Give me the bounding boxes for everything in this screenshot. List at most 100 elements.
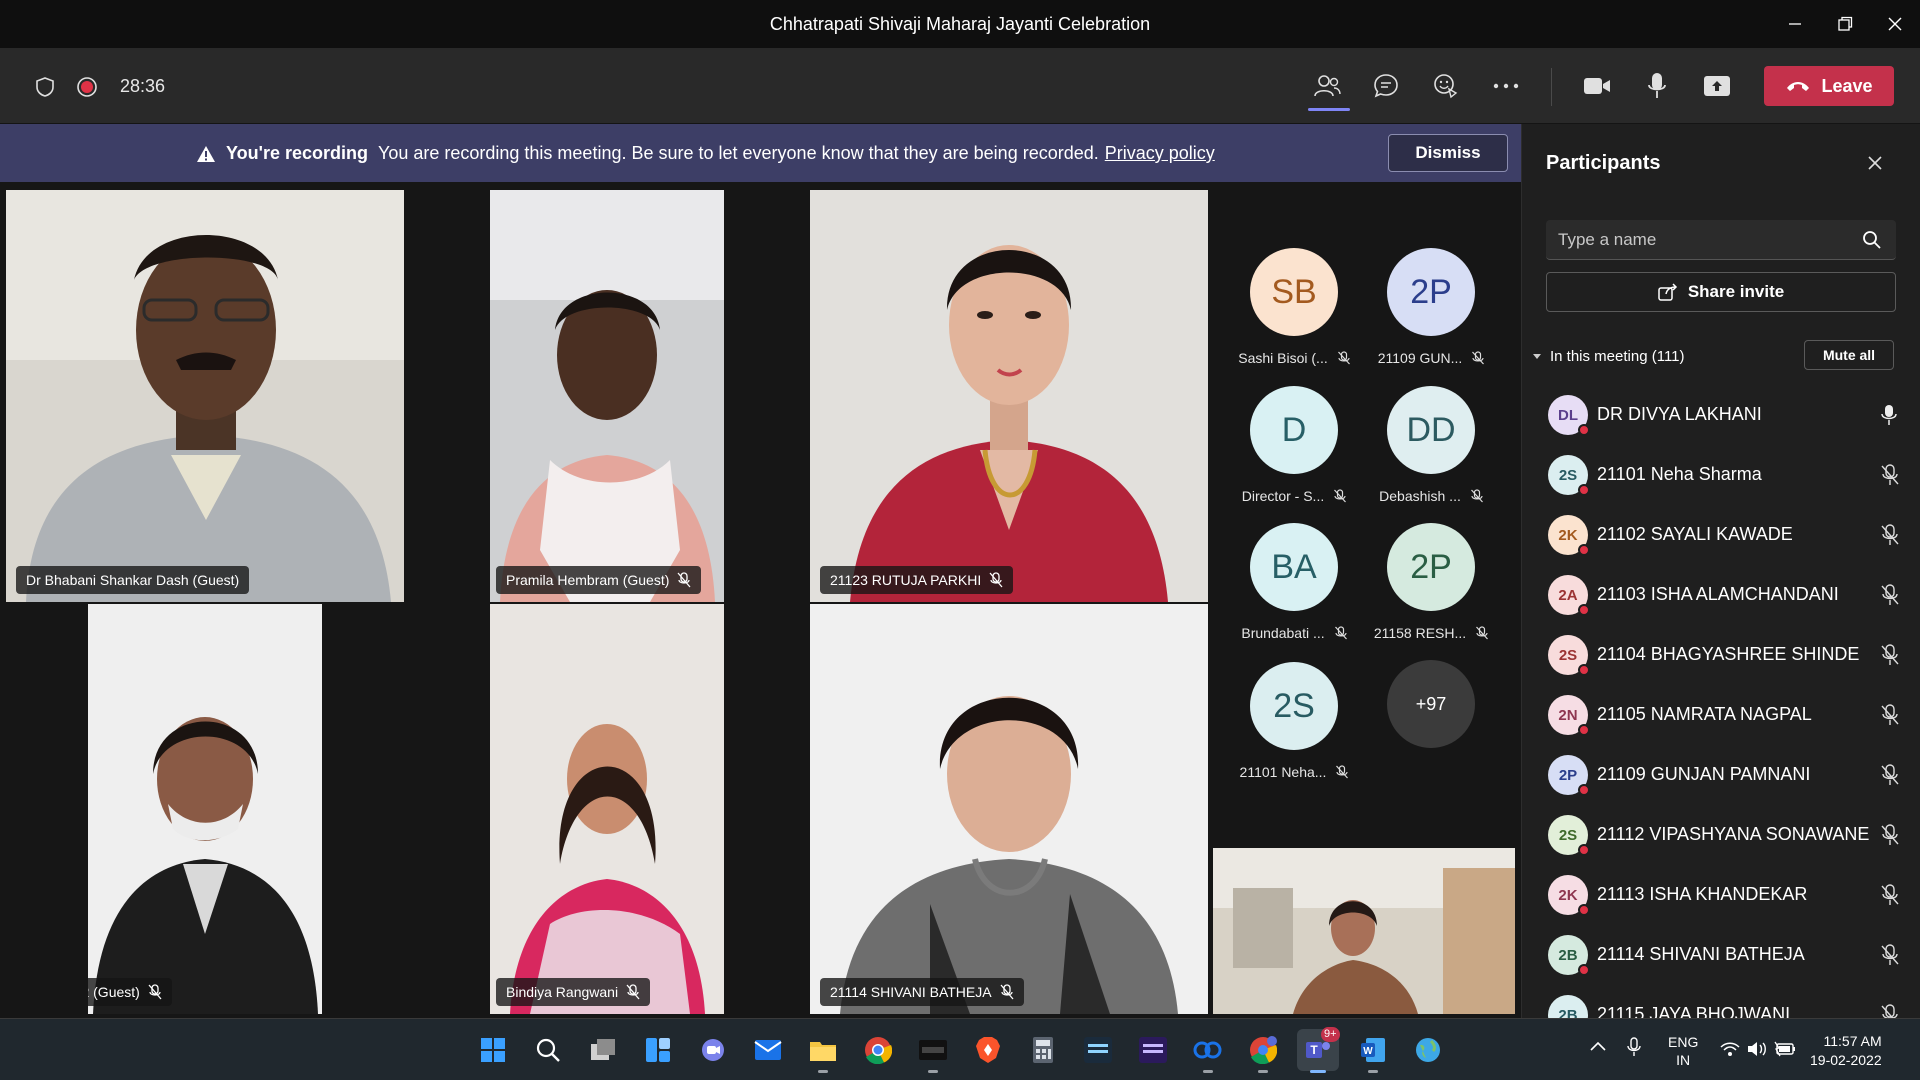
chrome-profile-icon[interactable]	[1242, 1029, 1284, 1073]
msedu-icon[interactable]	[912, 1029, 954, 1073]
chrome-icon[interactable]	[857, 1029, 899, 1071]
avatar-name-text: Debashish ...	[1379, 488, 1461, 504]
video-tile[interactable]: rosysoren2 (Guest)	[88, 604, 322, 1014]
file-explorer-icon[interactable]	[802, 1029, 844, 1073]
share-invite-label: Share invite	[1687, 282, 1785, 301]
close-window-button[interactable]	[1872, 8, 1918, 40]
chat-icon[interactable]	[1364, 66, 1408, 106]
language-indicator[interactable]: ENG IN	[1668, 1033, 1698, 1069]
video-tile[interactable]: Bindiya Rangwani	[490, 604, 724, 1014]
calculator-icon[interactable]	[1022, 1029, 1064, 1071]
mic-icon[interactable]	[1635, 66, 1679, 106]
mic-off-icon	[1336, 765, 1349, 779]
overflow-tile[interactable]: +97	[1362, 660, 1500, 748]
globe-icon[interactable]	[1407, 1029, 1449, 1071]
chevron-up-icon[interactable]	[1590, 1041, 1606, 1051]
participant-row[interactable]: 2N 21105 NAMRATA NAGPAL	[1522, 686, 1920, 746]
avatar-tile[interactable]: DD Debashish ...	[1362, 386, 1500, 504]
running-indicator	[1310, 1070, 1326, 1073]
avatar-tile[interactable]: D Director - S...	[1225, 386, 1363, 504]
mic-icon[interactable]	[1880, 404, 1898, 426]
search-input[interactable]	[1558, 228, 1848, 252]
search-box	[1546, 220, 1896, 260]
teams-icon[interactable]: T 9+	[1297, 1027, 1340, 1073]
mic-off-icon[interactable]	[1880, 464, 1900, 486]
mic-off-icon[interactable]	[1880, 524, 1900, 546]
in-meeting-section-toggle[interactable]: In this meeting (111)	[1532, 348, 1685, 365]
mute-all-button[interactable]: Mute all	[1804, 340, 1894, 370]
mail-icon[interactable]	[747, 1029, 789, 1071]
avatar-tile[interactable]: BA Brundabati ...	[1225, 523, 1363, 641]
status-badge	[1578, 904, 1590, 916]
avatar-tile[interactable]: SB Sashi Bisoi (...	[1225, 248, 1363, 366]
running-indicator	[1203, 1070, 1213, 1073]
minimize-button[interactable]	[1772, 8, 1818, 40]
teams-chat-icon[interactable]	[692, 1029, 734, 1071]
task-view-icon[interactable]	[582, 1029, 624, 1071]
mic-off-icon[interactable]	[1880, 884, 1900, 906]
close-icon[interactable]	[1862, 150, 1888, 176]
participant-row[interactable]: 2S 21112 VIPASHYANA SONAWANE	[1522, 806, 1920, 866]
participant-row[interactable]: 2P 21109 GUNJAN PAMNANI	[1522, 746, 1920, 806]
battery-icon[interactable]	[1774, 1041, 1796, 1057]
word-icon[interactable]: W	[1352, 1029, 1394, 1073]
avatar-tile[interactable]: 2S 21101 Neha...	[1225, 662, 1363, 780]
avatar-tile[interactable]: 2P 21109 GUN...	[1362, 248, 1500, 366]
participant-row[interactable]: 2K 21102 SAYALI KAWADE	[1522, 506, 1920, 566]
camera-icon[interactable]	[1575, 66, 1619, 106]
shield-icon[interactable]	[34, 76, 56, 98]
mic-off-icon[interactable]	[1880, 944, 1900, 966]
wifi-icon[interactable]	[1720, 1041, 1740, 1057]
mic-off-icon[interactable]	[1880, 704, 1900, 726]
participant-row[interactable]: 2B 21115 JAYA BHOJWANI	[1522, 986, 1920, 1018]
video-tile[interactable]: 21123 RUTUJA PARKHI	[810, 190, 1208, 602]
meeting-timer: 28:36	[120, 76, 166, 96]
system-clock[interactable]: 11:57 AM 19-02-2022	[1810, 1032, 1882, 1070]
avatar: D	[1250, 386, 1338, 474]
amazon-music-icon[interactable]	[1132, 1029, 1174, 1071]
onedrive-icon[interactable]	[1187, 1029, 1229, 1073]
in-meeting-label: In this meeting (111)	[1550, 348, 1685, 365]
participant-name: 21115 JAYA BHOJWANI	[1597, 1004, 1791, 1018]
self-view-video[interactable]	[1213, 848, 1515, 1014]
avatar: 2B	[1548, 995, 1588, 1018]
participant-row[interactable]: 2S 21104 BHAGYASHREE SHINDE	[1522, 626, 1920, 686]
people-icon[interactable]	[1305, 66, 1349, 106]
share-invite-button[interactable]: Share invite	[1546, 272, 1896, 312]
running-indicator	[1368, 1070, 1378, 1073]
participant-row[interactable]: DL DR DIVYA LAKHANI	[1522, 386, 1920, 446]
participant-row[interactable]: 2S 21101 Neha Sharma	[1522, 446, 1920, 506]
status-badge	[1578, 724, 1590, 736]
brave-icon[interactable]	[967, 1029, 1009, 1071]
widgets-icon[interactable]	[637, 1029, 679, 1071]
video-tile[interactable]: 21114 SHIVANI BATHEJA	[810, 604, 1208, 1014]
share-screen-icon[interactable]	[1695, 66, 1739, 106]
more-icon[interactable]	[1484, 66, 1528, 106]
participant-row[interactable]: 2A 21103 ISHA ALAMCHANDANI	[1522, 566, 1920, 626]
react-icon[interactable]	[1424, 66, 1468, 106]
avatar-tile[interactable]: 2P 21158 RESH...	[1362, 523, 1500, 641]
warning-icon	[197, 145, 215, 162]
participant-row[interactable]: 2K 21113 ISHA KHANDEKAR	[1522, 866, 1920, 926]
language-code: ENG	[1668, 1034, 1699, 1050]
windows-start-icon[interactable]	[472, 1029, 514, 1071]
restore-button[interactable]	[1822, 8, 1868, 40]
search-icon[interactable]	[527, 1029, 569, 1071]
volume-icon[interactable]	[1747, 1041, 1767, 1057]
dismiss-button[interactable]: Dismiss	[1388, 134, 1508, 172]
mic-off-icon[interactable]	[1880, 644, 1900, 666]
video-tile[interactable]: Pramila Hembram (Guest)	[490, 190, 724, 602]
avatar: SB	[1250, 248, 1338, 336]
clock-time: 11:57 AM	[1823, 1033, 1882, 1049]
mic-tray-icon[interactable]	[1627, 1037, 1641, 1057]
privacy-policy-link[interactable]: Privacy policy	[1105, 143, 1215, 164]
mic-off-icon[interactable]	[1880, 764, 1900, 786]
search-icon[interactable]	[1862, 230, 1882, 250]
mic-off-icon[interactable]	[1880, 584, 1900, 606]
mic-off-icon[interactable]	[1880, 1004, 1900, 1018]
video-tile[interactable]: Dr Bhabani Shankar Dash (Guest)	[6, 190, 404, 602]
leave-button[interactable]: Leave	[1764, 66, 1894, 106]
mic-off-icon[interactable]	[1880, 824, 1900, 846]
participant-row[interactable]: 2B 21114 SHIVANI BATHEJA	[1522, 926, 1920, 986]
prime-video-icon[interactable]	[1077, 1029, 1119, 1071]
